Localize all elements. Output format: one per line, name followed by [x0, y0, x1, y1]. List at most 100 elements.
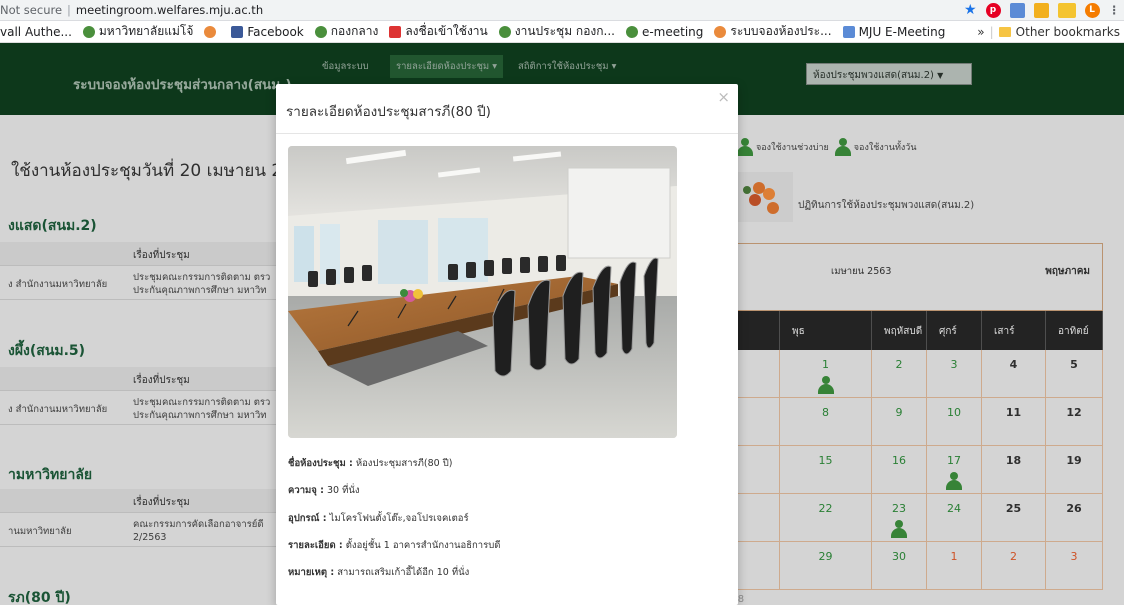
- calendar-day[interactable]: 3: [927, 350, 982, 398]
- globe-icon: [314, 25, 327, 38]
- site-title[interactable]: ระบบจองห้องประชุมส่วนกลาง(สนม.): [73, 73, 292, 95]
- day-header: พฤหัสบดี: [872, 311, 927, 350]
- folder-icon: [998, 27, 1011, 37]
- table-header: เรื่องที่ประชุม: [0, 489, 280, 513]
- calendar-day[interactable]: 29: [780, 542, 872, 590]
- calendar-day[interactable]: 1: [927, 542, 982, 590]
- month-next[interactable]: พฤษภาคม: [1045, 264, 1090, 279]
- month-current[interactable]: เมษายน 2563: [831, 264, 891, 279]
- calendar-day[interactable]: 1: [780, 350, 872, 398]
- globe-icon: [82, 25, 95, 38]
- calendar-day[interactable]: 4: [982, 350, 1046, 398]
- booking-legend: จองใช้งานช่วงบ่าย จองใช้งานทั้งวัน: [737, 138, 917, 156]
- room-select[interactable]: ห้องประชุมพวงแสด(สนม.2) ▼: [806, 63, 972, 85]
- chrome-icon: [714, 25, 727, 38]
- extension-icon[interactable]: [1009, 2, 1025, 18]
- bookmark-item[interactable]: [204, 25, 220, 38]
- booking-person-icon: [817, 376, 834, 394]
- note-field: หมายเหตุ : สามารถเสริมเก้าอี้ได้อีก 10 ท…: [288, 567, 470, 578]
- nav-about[interactable]: ข้อมูลระบบ: [316, 55, 375, 78]
- bookmark-item[interactable]: MJU E-Meeting: [842, 25, 945, 39]
- nav-statistics[interactable]: สถิติการใช้ห้องประชุม ▾: [512, 55, 622, 78]
- bookmark-item[interactable]: กองกลาง: [314, 22, 378, 41]
- bookmark-item[interactable]: ระบบจองห้องประ...: [714, 22, 832, 41]
- close-icon[interactable]: ×: [717, 90, 730, 105]
- modal-title: รายละเอียดห้องประชุมสารภี(80 ปี): [286, 104, 491, 120]
- calendar-day[interactable]: 2: [872, 350, 927, 398]
- calendar-day[interactable]: 25: [982, 494, 1046, 542]
- booking-person-icon: [946, 472, 962, 490]
- calendar-day[interactable]: 15: [780, 446, 872, 494]
- calendar-day[interactable]: 16: [872, 446, 927, 494]
- calendar-day[interactable]: 26: [1046, 494, 1103, 542]
- bookmark-item[interactable]: e-meeting: [625, 25, 703, 39]
- more-bookmarks-button[interactable]: »: [977, 25, 984, 39]
- page-heading: ใช้งานห้องประชุมวันที่ 20 เมษายน 2: [11, 161, 283, 181]
- calendar-title: ปฏิทินการใช้ห้องประชุมพวงแสด(สนม.2): [798, 200, 975, 211]
- person-icon: [737, 138, 753, 156]
- calendar-day[interactable]: 11: [982, 398, 1046, 446]
- room-photo: [288, 146, 677, 438]
- room-section-title: ามหาวิทยาลัย: [8, 467, 93, 483]
- bookmark-item[interactable]: vall Authe...: [0, 25, 72, 39]
- calendar: เมษายน 2563 พฤษภาคม พุธ พฤหัสบดี ศุกร์ เ…: [737, 243, 1103, 590]
- url-separator: |: [67, 3, 71, 17]
- room-detail-modal: รายละเอียดห้องประชุมสารภี(80 ปี) × ชื่อห…: [276, 84, 738, 605]
- bookmark-item[interactable]: Facebook: [231, 25, 304, 39]
- pinterest-icon[interactable]: p: [985, 2, 1001, 18]
- day-header: ศุกร์: [927, 311, 982, 350]
- bookmark-item[interactable]: ลงชื่อเข้าใช้งาน: [389, 22, 488, 41]
- globe-icon: [625, 25, 638, 38]
- url-text[interactable]: meetingroom.welfares.mju.ac.th: [76, 3, 263, 17]
- table-header: เรื่องที่ประชุม: [0, 367, 280, 391]
- profile-avatar[interactable]: L: [1084, 2, 1100, 18]
- bookmark-star-icon[interactable]: ★: [964, 2, 977, 18]
- room-section-title: รภ(80 ปี): [8, 590, 71, 605]
- facebook-icon: [231, 25, 244, 38]
- table-row[interactable]: ง สำนักงานมหาวิทยาลัย ประชุมคณะกรรมการติ…: [0, 391, 280, 425]
- address-bar[interactable]: Not secure | meetingroom.welfares.mju.ac…: [0, 0, 1124, 21]
- nav-room-details[interactable]: รายละเอียดห้องประชุม ▾: [390, 55, 503, 78]
- site-icon: [842, 25, 855, 38]
- calendar-day[interactable]: 5: [1046, 350, 1103, 398]
- calendar-day[interactable]: 3: [1046, 542, 1103, 590]
- calendar-day[interactable]: 9: [872, 398, 927, 446]
- chrome-icon: [204, 25, 217, 38]
- bookmarks-bar: vall Authe... มหาวิทยาลัยแม่โจ้ Facebook…: [0, 21, 1124, 43]
- booking-person-icon: [891, 520, 907, 538]
- calendar-day[interactable]: 19: [1046, 446, 1103, 494]
- bookmarks-overflow: » | Other bookmarks: [971, 25, 1120, 39]
- calendar-day[interactable]: 8: [780, 398, 872, 446]
- table-row[interactable]: ง สำนักงานมหาวิทยาลัย ประชุมคณะกรรมการติ…: [0, 266, 280, 300]
- extension-icons: ★ p L ⋮: [964, 2, 1120, 18]
- calendar-day[interactable]: 23: [872, 494, 927, 542]
- calendar-day[interactable]: 30: [872, 542, 927, 590]
- calendar-day[interactable]: 24: [927, 494, 982, 542]
- table-header: เรื่องที่ประชุม: [0, 242, 280, 266]
- menu-icon[interactable]: ⋮: [1109, 3, 1121, 17]
- calendar-day[interactable]: 22: [780, 494, 872, 542]
- flower-image: [737, 172, 793, 222]
- other-bookmarks[interactable]: Other bookmarks: [1016, 25, 1120, 39]
- calendar-day[interactable]: 18: [982, 446, 1046, 494]
- equipment-field: อุปกรณ์ : ไมโครโฟนตั้งโต๊ะ,จอโปรเจคเตอร์: [288, 513, 469, 524]
- bookmark-item[interactable]: งานประชุม กองก...: [498, 22, 615, 41]
- details-field: รายละเอียด : ตั้งอยู่ชั้น 1 อาคารสำนักงา…: [288, 540, 501, 551]
- calendar-months: เมษายน 2563 พฤษภาคม: [737, 243, 1103, 311]
- globe-icon: [498, 25, 511, 38]
- calendar-day[interactable]: 17: [927, 446, 982, 494]
- site-icon: [389, 25, 402, 38]
- table-row[interactable]: านมหาวิทยาลัย คณะกรรมการคัดเลือกอาจารย์ด…: [0, 513, 280, 547]
- person-icon: [834, 138, 851, 156]
- chevron-down-icon: ▼: [937, 71, 944, 80]
- extension-icon[interactable]: [1033, 2, 1049, 18]
- room-section-title: งผึ้ง(สนม.5): [8, 343, 86, 359]
- key-icon[interactable]: [1057, 2, 1076, 18]
- bookmark-item[interactable]: มหาวิทยาลัยแม่โจ้: [82, 22, 193, 41]
- calendar-day[interactable]: 10: [927, 398, 982, 446]
- day-header: พุธ: [780, 311, 872, 350]
- calendar-day[interactable]: 12: [1046, 398, 1103, 446]
- calendar-day[interactable]: 2: [982, 542, 1046, 590]
- security-status[interactable]: Not secure: [0, 3, 62, 17]
- capacity-field: ความจุ : 30 ที่นั่ง: [288, 485, 360, 496]
